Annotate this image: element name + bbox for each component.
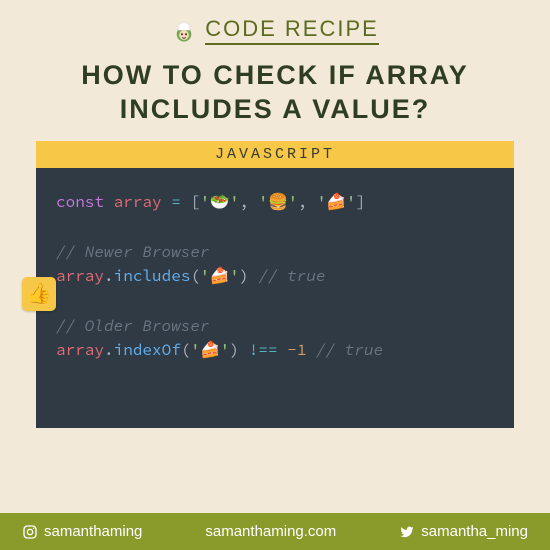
operator-neq: !== (249, 340, 278, 360)
code-line: const array = ['🥗', '🍔', '🍰'] (56, 190, 494, 214)
string-item: '🥗' (200, 192, 239, 212)
twitter-text: samantha_ming (421, 523, 528, 540)
bracket-close: ] (356, 192, 366, 212)
code-header: JAVASCRIPT (36, 141, 514, 168)
string-arg: '🍰' (200, 266, 239, 286)
footer: samanthaming samanthaming.com samantha_m… (0, 513, 550, 550)
page-title: HOW TO CHECK IF ARRAY INCLUDES A VALUE? (0, 53, 550, 141)
string-item: '🍰' (317, 192, 356, 212)
code-card: JAVASCRIPT const array = ['🥗', '🍔', '🍰']… (0, 141, 550, 514)
site-link[interactable]: samanthaming.com (205, 523, 336, 540)
comment-line: // Older Browser (56, 314, 494, 338)
instagram-handle[interactable]: samanthaming (22, 523, 142, 540)
code-line: array.indexOf('🍰') !== -1 // true (56, 338, 494, 362)
identifier-array: array (114, 192, 162, 212)
thumbs-up-badge: 👍 (22, 277, 56, 311)
instagram-icon (22, 524, 38, 540)
keyword-const: const (56, 192, 104, 212)
brand-row: CODE RECIPE (0, 0, 550, 53)
bracket-open: [ (190, 192, 200, 212)
comment-inline: // true (258, 266, 325, 286)
string-arg: '🍰' (190, 340, 229, 360)
code-section-older: // Older Browser array.indexOf('🍰') !== … (56, 314, 494, 362)
brand-label: CODE RECIPE (205, 16, 379, 45)
code-section-newer: // Newer Browser array.includes('🍰') // … (56, 240, 494, 288)
string-item: '🍔' (258, 192, 297, 212)
code-block: const array = ['🥗', '🍔', '🍰'] // Newer B… (36, 168, 514, 428)
twitter-handle[interactable]: samantha_ming (399, 523, 528, 540)
chef-icon (171, 18, 197, 44)
code-line: array.includes('🍰') // true (56, 264, 494, 288)
identifier-array: array (56, 340, 104, 360)
twitter-icon (399, 524, 415, 540)
instagram-text: samanthaming (44, 523, 142, 540)
identifier-array: array (56, 266, 104, 286)
comment-line: // Newer Browser (56, 240, 494, 264)
number-literal: -1 (287, 340, 306, 360)
fn-indexof: indexOf (114, 340, 181, 360)
operator-eq: = (171, 192, 181, 212)
fn-includes: includes (114, 266, 191, 286)
comment-inline: // true (316, 340, 383, 360)
thumbs-up-icon: 👍 (27, 281, 52, 306)
